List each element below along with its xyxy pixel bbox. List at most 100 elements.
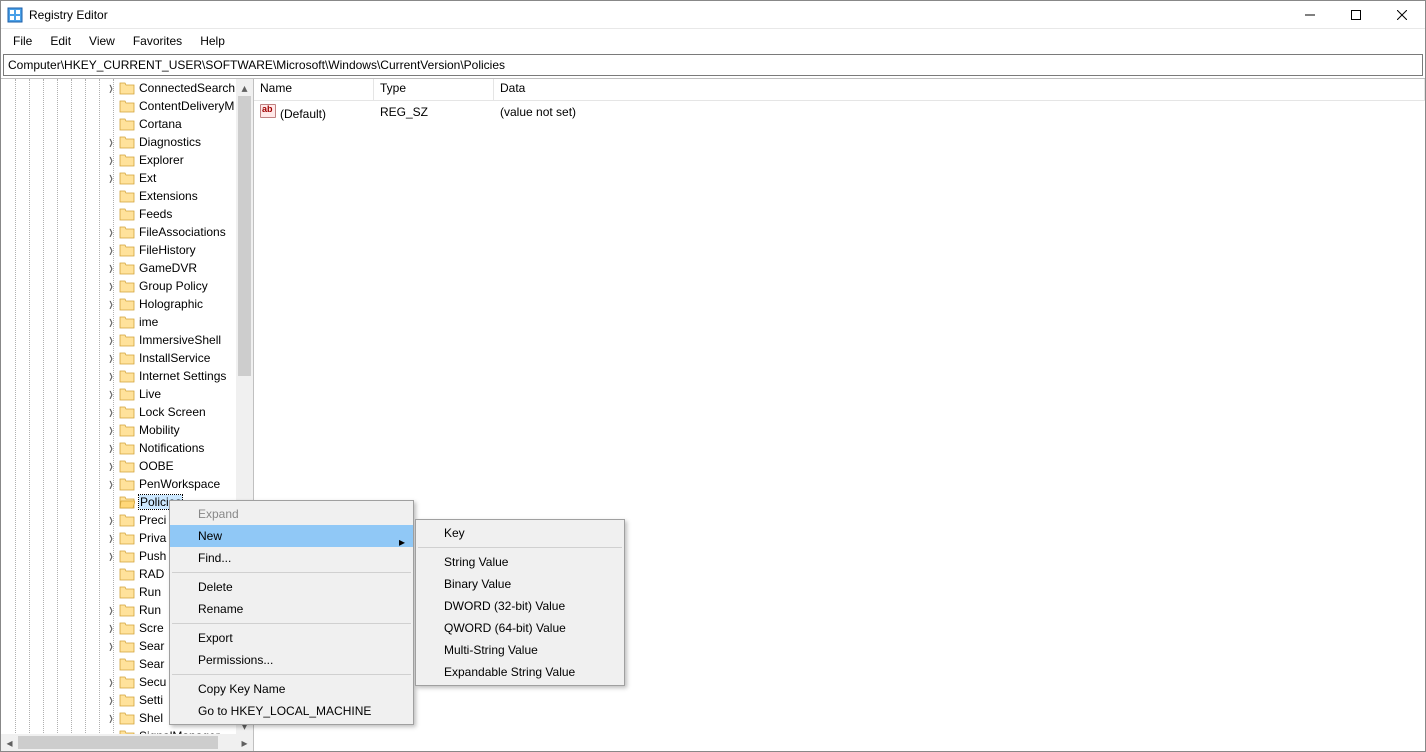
scroll-up-icon[interactable]: ▴ bbox=[236, 79, 253, 96]
column-type[interactable]: Type bbox=[374, 79, 494, 100]
ctx-copy-key-name[interactable]: Copy Key Name bbox=[170, 678, 413, 700]
tree-item-lock-screen[interactable]: ❯Lock Screen bbox=[1, 403, 236, 421]
list-header[interactable]: Name Type Data bbox=[254, 79, 1425, 101]
value-row-default[interactable]: (Default) REG_SZ (value not set) bbox=[254, 103, 1425, 121]
chevron-right-icon[interactable]: ❯ bbox=[107, 172, 115, 184]
tree-item-ext[interactable]: ❯Ext bbox=[1, 169, 236, 187]
tree-item-gamedvr[interactable]: ❯GameDVR bbox=[1, 259, 236, 277]
sub-key[interactable]: Key bbox=[416, 522, 624, 544]
chevron-right-icon[interactable] bbox=[107, 586, 115, 598]
chevron-right-icon[interactable]: ❯ bbox=[107, 460, 115, 472]
chevron-right-icon[interactable]: ❯ bbox=[107, 352, 115, 364]
column-data[interactable]: Data bbox=[494, 79, 1425, 100]
chevron-right-icon[interactable]: ❯ bbox=[107, 370, 115, 382]
tree-item-fileassociations[interactable]: ❯FileAssociations bbox=[1, 223, 236, 241]
chevron-right-icon[interactable]: ❯ bbox=[107, 424, 115, 436]
ctx-rename[interactable]: Rename bbox=[170, 598, 413, 620]
chevron-right-icon[interactable]: ❯ bbox=[107, 622, 115, 634]
ctx-permissions[interactable]: Permissions... bbox=[170, 649, 413, 671]
chevron-right-icon[interactable]: ❯ bbox=[107, 316, 115, 328]
sub-dword-value[interactable]: DWORD (32-bit) Value bbox=[416, 595, 624, 617]
scroll-right-icon[interactable]: ▸ bbox=[236, 734, 253, 751]
tree-item-extensions[interactable]: Extensions bbox=[1, 187, 236, 205]
minimize-button[interactable] bbox=[1287, 1, 1333, 28]
chevron-right-icon[interactable]: ❯ bbox=[107, 262, 115, 274]
tree-item-live[interactable]: ❯Live bbox=[1, 385, 236, 403]
folder-icon bbox=[119, 171, 135, 185]
column-name[interactable]: Name bbox=[254, 79, 374, 100]
folder-icon bbox=[119, 477, 135, 491]
ctx-goto-hklm[interactable]: Go to HKEY_LOCAL_MACHINE bbox=[170, 700, 413, 722]
ctx-find[interactable]: Find... bbox=[170, 547, 413, 569]
chevron-right-icon[interactable]: ❯ bbox=[107, 406, 115, 418]
chevron-right-icon[interactable]: ❯ bbox=[107, 532, 115, 544]
tree-item-internet-settings[interactable]: ❯Internet Settings bbox=[1, 367, 236, 385]
tree-item-holographic[interactable]: ❯Holographic bbox=[1, 295, 236, 313]
menu-favorites[interactable]: Favorites bbox=[125, 32, 190, 50]
ctx-expand[interactable]: Expand bbox=[170, 503, 413, 525]
tree-item-filehistory[interactable]: ❯FileHistory bbox=[1, 241, 236, 259]
chevron-right-icon[interactable] bbox=[107, 658, 115, 670]
chevron-right-icon[interactable]: ❯ bbox=[107, 694, 115, 706]
chevron-right-icon[interactable]: ❯ bbox=[107, 334, 115, 346]
tree-item-oobe[interactable]: ❯OOBE bbox=[1, 457, 236, 475]
chevron-right-icon[interactable]: ❯ bbox=[107, 280, 115, 292]
chevron-right-icon[interactable]: ❯ bbox=[107, 244, 115, 256]
chevron-right-icon[interactable]: ❯ bbox=[107, 136, 115, 148]
sub-qword-value[interactable]: QWORD (64-bit) Value bbox=[416, 617, 624, 639]
context-submenu-new[interactable]: Key String Value Binary Value DWORD (32-… bbox=[415, 519, 625, 686]
tree-item-mobility[interactable]: ❯Mobility bbox=[1, 421, 236, 439]
tree-item-cortana[interactable]: Cortana bbox=[1, 115, 236, 133]
chevron-right-icon[interactable] bbox=[107, 118, 115, 130]
tree-item-ime[interactable]: ❯ime bbox=[1, 313, 236, 331]
chevron-right-icon[interactable]: ❯ bbox=[107, 676, 115, 688]
chevron-right-icon[interactable]: ❯ bbox=[107, 226, 115, 238]
maximize-button[interactable] bbox=[1333, 1, 1379, 28]
chevron-right-icon[interactable] bbox=[107, 100, 115, 112]
sub-string-value[interactable]: String Value bbox=[416, 551, 624, 573]
menu-help[interactable]: Help bbox=[192, 32, 233, 50]
chevron-right-icon[interactable] bbox=[107, 568, 115, 580]
tree-item-notifications[interactable]: ❯Notifications bbox=[1, 439, 236, 457]
sub-expandable-string-value[interactable]: Expandable String Value bbox=[416, 661, 624, 683]
chevron-right-icon[interactable]: ❯ bbox=[107, 640, 115, 652]
chevron-right-icon[interactable]: ❯ bbox=[107, 604, 115, 616]
address-bar[interactable]: Computer\HKEY_CURRENT_USER\SOFTWARE\Micr… bbox=[3, 54, 1423, 76]
sub-multi-string-value[interactable]: Multi-String Value bbox=[416, 639, 624, 661]
tree-item-group-policy[interactable]: ❯Group Policy bbox=[1, 277, 236, 295]
tree-item-contentdeliverym[interactable]: ContentDeliveryM bbox=[1, 97, 236, 115]
chevron-right-icon[interactable]: ❯ bbox=[107, 82, 115, 94]
chevron-right-icon[interactable]: ❯ bbox=[107, 298, 115, 310]
tree-item-explorer[interactable]: ❯Explorer bbox=[1, 151, 236, 169]
chevron-right-icon[interactable]: ❯ bbox=[107, 550, 115, 562]
chevron-right-icon[interactable] bbox=[107, 208, 115, 220]
chevron-right-icon[interactable]: ❯ bbox=[107, 478, 115, 490]
tree-item-installservice[interactable]: ❯InstallService bbox=[1, 349, 236, 367]
scroll-thumb[interactable] bbox=[238, 96, 251, 376]
scroll-left-icon[interactable]: ◂ bbox=[1, 734, 18, 751]
hscroll-thumb[interactable] bbox=[18, 736, 218, 749]
tree-item-immersiveshell[interactable]: ❯ImmersiveShell bbox=[1, 331, 236, 349]
menu-edit[interactable]: Edit bbox=[42, 32, 79, 50]
chevron-right-icon[interactable] bbox=[107, 190, 115, 202]
titlebar[interactable]: Registry Editor bbox=[1, 1, 1425, 29]
chevron-right-icon[interactable]: ❯ bbox=[107, 712, 115, 724]
ctx-new[interactable]: New ▸ bbox=[170, 525, 413, 547]
tree-item-diagnostics[interactable]: ❯Diagnostics bbox=[1, 133, 236, 151]
menu-view[interactable]: View bbox=[81, 32, 123, 50]
tree-horizontal-scrollbar[interactable]: ◂ ▸ bbox=[1, 734, 253, 751]
tree-item-connectedsearch[interactable]: ❯ConnectedSearch bbox=[1, 79, 236, 97]
chevron-right-icon[interactable] bbox=[107, 496, 115, 508]
chevron-right-icon[interactable]: ❯ bbox=[107, 442, 115, 454]
chevron-right-icon[interactable]: ❯ bbox=[107, 154, 115, 166]
chevron-right-icon[interactable]: ❯ bbox=[107, 514, 115, 526]
ctx-export[interactable]: Export bbox=[170, 627, 413, 649]
tree-item-penworkspace[interactable]: ❯PenWorkspace bbox=[1, 475, 236, 493]
close-button[interactable] bbox=[1379, 1, 1425, 28]
context-menu[interactable]: Expand New ▸ Find... Delete Rename Expor… bbox=[169, 500, 414, 725]
ctx-delete[interactable]: Delete bbox=[170, 576, 413, 598]
menu-file[interactable]: File bbox=[5, 32, 40, 50]
tree-item-feeds[interactable]: Feeds bbox=[1, 205, 236, 223]
sub-binary-value[interactable]: Binary Value bbox=[416, 573, 624, 595]
chevron-right-icon[interactable]: ❯ bbox=[107, 388, 115, 400]
